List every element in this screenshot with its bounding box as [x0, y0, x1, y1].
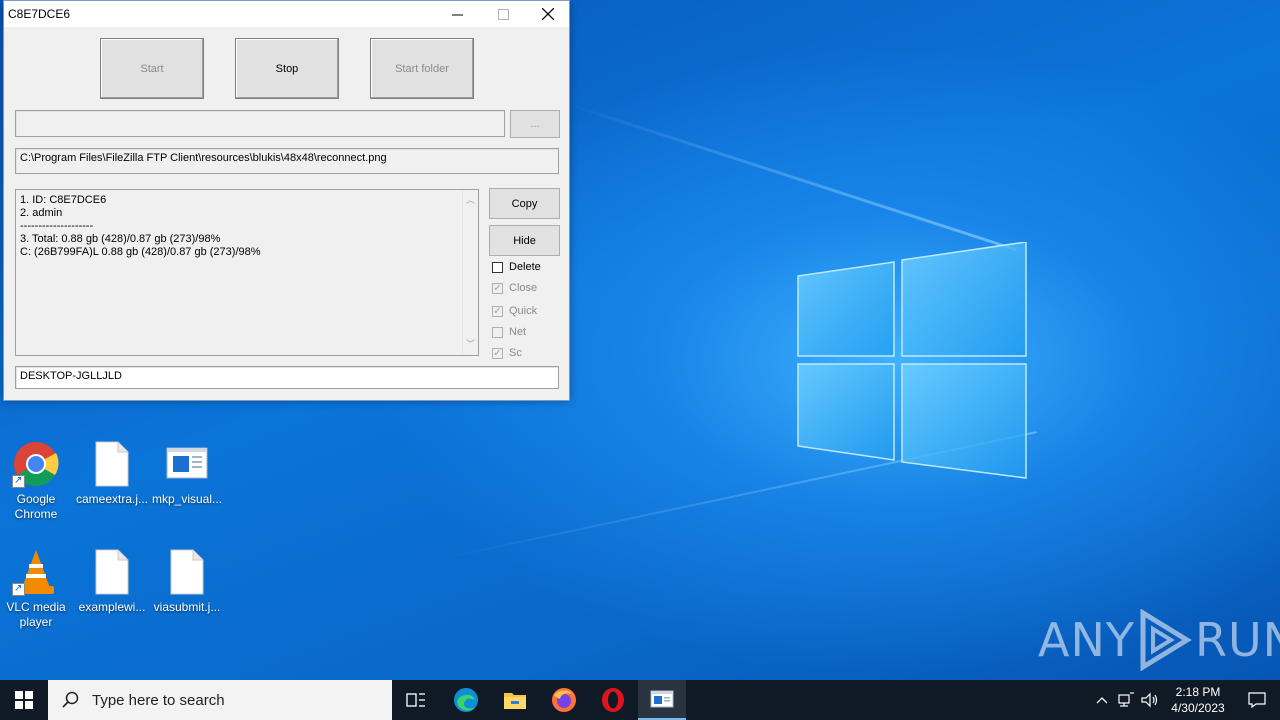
desktop-icon-file[interactable]: cameextra.j...: [74, 440, 150, 507]
hostname-field[interactable]: DESKTOP-JGLLJLD: [15, 366, 559, 389]
desktop-icon-vlc[interactable]: VLC media player: [0, 548, 74, 630]
windows-logo: [797, 242, 1027, 479]
minimize-button[interactable]: [434, 1, 480, 27]
clock[interactable]: 2:18 PM 4/30/2023: [1162, 684, 1234, 716]
taskbar-search[interactable]: Type here to search: [48, 680, 392, 720]
browse-button[interactable]: ...: [510, 110, 560, 138]
search-placeholder: Type here to search: [92, 691, 225, 709]
file-icon: [88, 440, 136, 488]
shortcut-arrow-icon: [12, 473, 25, 488]
network-button[interactable]: [1114, 680, 1138, 720]
checkbox-label: Delete: [509, 261, 541, 273]
stop-button[interactable]: Stop: [235, 38, 339, 99]
checkbox-label: Net: [509, 326, 527, 338]
log-line: 2. admin: [20, 207, 63, 219]
checkbox-box: [492, 326, 503, 338]
desktop-icon-label: Google Chrome: [14, 492, 58, 521]
edge-icon: [454, 688, 478, 712]
desktop-icon-file[interactable]: examplewi...: [74, 548, 150, 615]
chrome-icon: [12, 440, 60, 488]
clock-time: 2:18 PM: [1175, 685, 1221, 699]
checkbox-box[interactable]: [492, 261, 503, 273]
start-menu-button[interactable]: [0, 680, 48, 720]
current-file-field: C:\Program Files\FileZilla FTP Client\re…: [15, 148, 559, 174]
desktop-icon-chrome[interactable]: Google Chrome: [0, 440, 74, 522]
close-button[interactable]: [525, 1, 571, 27]
checkbox-label: Close: [509, 282, 538, 294]
desktop-icon-label: examplewi...: [78, 600, 146, 614]
file-icon: [88, 548, 136, 596]
log-line: --------------------: [20, 220, 94, 232]
running-app-icon: [650, 690, 674, 708]
opera-icon: [602, 688, 624, 712]
hide-button[interactable]: Hide: [489, 225, 560, 256]
copy-button[interactable]: Copy: [489, 188, 560, 219]
checkbox-label: Quick: [509, 305, 538, 317]
window-title: C8E7DCE6: [8, 7, 71, 21]
file-explorer-icon: [504, 693, 526, 709]
desktop-icon-app-file[interactable]: mkp_visual...: [149, 440, 225, 507]
desktop-icon-label: VLC media player: [6, 600, 66, 629]
close-checkbox: ✓ Close: [492, 282, 537, 294]
maximize-button: [480, 1, 526, 27]
net-checkbox: Net: [492, 326, 526, 338]
log-line: 1. ID: C8E7DCE6: [20, 194, 107, 206]
start-folder-button[interactable]: Start folder: [370, 38, 474, 99]
vlc-icon: [12, 548, 60, 596]
desktop-icon-file[interactable]: viasubmit.j...: [149, 548, 225, 615]
network-icon: [1118, 692, 1134, 707]
sc-checkbox: ✓ Sc: [492, 347, 522, 359]
scroll-down-icon[interactable]: ﹀: [466, 338, 475, 351]
checkbox-box: ✓: [492, 282, 503, 294]
file-icon: [163, 548, 211, 596]
play-logo-icon: [1140, 609, 1192, 671]
task-view-button[interactable]: [392, 680, 440, 720]
chevron-up-icon: [1096, 697, 1108, 704]
delete-checkbox[interactable]: Delete: [492, 261, 541, 273]
log-output[interactable]: 1. ID: C8E7DCE6 2. admin ---------------…: [15, 189, 479, 356]
notifications-button[interactable]: [1234, 680, 1280, 720]
minimize-icon: [451, 14, 463, 15]
anyrun-watermark: ANY RUN: [1038, 608, 1280, 672]
clock-date: 4/30/2023: [1171, 701, 1225, 715]
volume-button[interactable]: [1138, 680, 1162, 720]
log-scrollbar[interactable]: ︿ ﹀: [462, 190, 478, 355]
running-app-taskbar-button[interactable]: [638, 680, 686, 720]
speaker-icon: [1141, 692, 1158, 708]
windows-start-icon: [15, 691, 33, 709]
firefox-taskbar-button[interactable]: [540, 680, 588, 720]
start-button[interactable]: Start: [100, 38, 204, 99]
show-hidden-icons-button[interactable]: [1090, 680, 1114, 720]
shortcut-arrow-icon: [12, 581, 25, 596]
app-window: C8E7DCE6 Start Stop Start folder ... C:\…: [3, 0, 570, 401]
light-beam: [559, 100, 1017, 252]
log-line: 3. Total: 0.88 gb (428)/0.87 gb (273)/98…: [20, 233, 221, 245]
system-tray: 2:18 PM 4/30/2023: [1090, 680, 1280, 720]
close-icon: [542, 8, 554, 20]
scroll-up-icon[interactable]: ︿: [466, 194, 475, 207]
search-icon: [62, 691, 79, 708]
checkbox-box: ✓: [492, 347, 503, 359]
log-line: C: (26B799FA)L 0.88 gb (428)/0.87 gb (27…: [20, 246, 261, 258]
app-file-icon: [163, 440, 211, 488]
maximize-icon: [497, 8, 509, 20]
firefox-icon: [552, 688, 576, 712]
desktop-icon-label: cameextra.j...: [75, 492, 149, 506]
task-view-icon: [406, 693, 425, 707]
checkbox-box: ✓: [492, 305, 503, 317]
edge-taskbar-button[interactable]: [442, 680, 490, 720]
desktop-icon-label: mkp_visual...: [151, 492, 223, 506]
title-bar[interactable]: C8E7DCE6: [4, 1, 569, 27]
checkbox-label: Sc: [509, 347, 522, 359]
opera-taskbar-button[interactable]: [589, 680, 637, 720]
notification-icon: [1248, 692, 1266, 708]
file-explorer-taskbar-button[interactable]: [491, 680, 539, 720]
desktop-icon-label: viasubmit.j...: [153, 600, 221, 614]
quick-checkbox: ✓ Quick: [492, 305, 537, 317]
taskbar: Type here to search 2:18 PM 4/30/2023: [0, 680, 1280, 720]
path-input[interactable]: [15, 110, 505, 137]
